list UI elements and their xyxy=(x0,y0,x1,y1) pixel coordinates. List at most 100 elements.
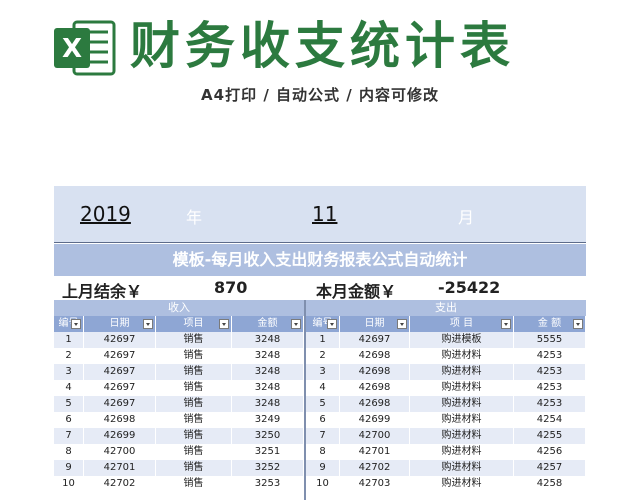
expense-cell[interactable]: 购进模板 xyxy=(410,332,514,348)
last-balance-value[interactable]: 870 xyxy=(214,278,247,297)
income-cell[interactable]: 3248 xyxy=(232,364,304,380)
income-cell[interactable]: 销售 xyxy=(156,428,232,444)
income-cell[interactable]: 3248 xyxy=(232,348,304,364)
income-cell[interactable]: 3252 xyxy=(232,460,304,476)
expense-cell[interactable]: 42699 xyxy=(340,412,410,428)
filter-dropdown-icon[interactable] xyxy=(71,319,81,329)
filter-dropdown-icon[interactable] xyxy=(219,319,229,329)
expense-cell[interactable]: 2 xyxy=(306,348,340,364)
filter-dropdown-icon[interactable] xyxy=(573,319,583,329)
expense-cell[interactable]: 4253 xyxy=(514,396,586,412)
expense-cell[interactable]: 4254 xyxy=(514,412,586,428)
income-cell[interactable]: 9 xyxy=(54,460,84,476)
expense-cell[interactable]: 1 xyxy=(306,332,340,348)
income-cell[interactable]: 3248 xyxy=(232,380,304,396)
expense-cell[interactable]: 10 xyxy=(306,476,340,492)
expense-cell[interactable]: 4256 xyxy=(514,444,586,460)
income-cell[interactable]: 3 xyxy=(54,364,84,380)
expense-cell[interactable]: 4258 xyxy=(514,476,586,492)
income-cell[interactable]: 1 xyxy=(54,332,84,348)
expense-cell[interactable]: 42698 xyxy=(340,364,410,380)
income-cell[interactable]: 42698 xyxy=(84,412,156,428)
income-cell[interactable]: 42700 xyxy=(84,444,156,460)
year-unit-label: 年 xyxy=(186,208,203,227)
income-cell[interactable]: 42697 xyxy=(84,396,156,412)
expense-cell[interactable]: 42698 xyxy=(340,380,410,396)
expense-cell[interactable]: 购进材料 xyxy=(410,412,514,428)
income-table-row: 2 42697 销售 3248 xyxy=(54,348,304,364)
expense-cell[interactable]: 7 xyxy=(306,428,340,444)
income-cell[interactable]: 42697 xyxy=(84,364,156,380)
income-cell[interactable]: 销售 xyxy=(156,444,232,460)
income-cell[interactable]: 7 xyxy=(54,428,84,444)
expense-cell[interactable]: 4253 xyxy=(514,380,586,396)
expense-cell[interactable]: 4255 xyxy=(514,428,586,444)
income-cell[interactable]: 销售 xyxy=(156,348,232,364)
current-amount-value[interactable]: -25422 xyxy=(438,278,500,297)
expense-cell[interactable]: 42698 xyxy=(340,396,410,412)
expense-cell[interactable]: 42701 xyxy=(340,444,410,460)
expense-cell[interactable]: 购进材料 xyxy=(410,476,514,492)
filter-dropdown-icon[interactable] xyxy=(327,319,337,329)
income-cell[interactable]: 2 xyxy=(54,348,84,364)
expense-cell[interactable]: 3 xyxy=(306,364,340,380)
blank-area xyxy=(54,118,586,186)
filter-dropdown-icon[interactable] xyxy=(501,319,511,329)
expense-cell[interactable]: 6 xyxy=(306,412,340,428)
income-cell[interactable]: 8 xyxy=(54,444,84,460)
expense-cell[interactable]: 购进材料 xyxy=(410,396,514,412)
income-cell[interactable]: 销售 xyxy=(156,476,232,492)
filter-dropdown-icon[interactable] xyxy=(397,319,407,329)
income-cell[interactable]: 3253 xyxy=(232,476,304,492)
expense-cell[interactable]: 42698 xyxy=(340,348,410,364)
year-cell[interactable]: 2019 xyxy=(80,202,131,226)
income-cell[interactable]: 销售 xyxy=(156,332,232,348)
expense-cell[interactable]: 4253 xyxy=(514,348,586,364)
filter-dropdown-icon[interactable] xyxy=(291,319,301,329)
expense-cell[interactable]: 购进材料 xyxy=(410,348,514,364)
income-cell[interactable]: 5 xyxy=(54,396,84,412)
month-cell[interactable]: 11 xyxy=(312,202,337,226)
current-amount-label: 本月金额￥ xyxy=(316,282,397,301)
income-cell[interactable]: 销售 xyxy=(156,380,232,396)
income-cell[interactable]: 10 xyxy=(54,476,84,492)
income-cell[interactable]: 42697 xyxy=(84,380,156,396)
expense-cell[interactable]: 购进材料 xyxy=(410,444,514,460)
expense-cell[interactable]: 4253 xyxy=(514,364,586,380)
income-cell[interactable]: 42697 xyxy=(84,348,156,364)
expense-cell[interactable]: 8 xyxy=(306,444,340,460)
expense-cell[interactable]: 5555 xyxy=(514,332,586,348)
expense-cell[interactable]: 购进材料 xyxy=(410,364,514,380)
expense-cell[interactable]: 9 xyxy=(306,460,340,476)
expense-cell[interactable]: 购进材料 xyxy=(410,428,514,444)
income-cell[interactable]: 3250 xyxy=(232,428,304,444)
income-cell[interactable]: 销售 xyxy=(156,396,232,412)
expense-cell[interactable]: 5 xyxy=(306,396,340,412)
income-cell[interactable]: 42699 xyxy=(84,428,156,444)
income-cell[interactable]: 销售 xyxy=(156,412,232,428)
income-cell[interactable]: 销售 xyxy=(156,364,232,380)
income-cell[interactable]: 42697 xyxy=(84,332,156,348)
expense-cell[interactable]: 购进材料 xyxy=(410,460,514,476)
filter-dropdown-icon[interactable] xyxy=(143,319,153,329)
income-cell[interactable]: 3248 xyxy=(232,396,304,412)
logo-letter: X xyxy=(62,34,82,64)
table-divider xyxy=(304,300,306,500)
income-cell[interactable]: 3249 xyxy=(232,412,304,428)
income-cell[interactable]: 42701 xyxy=(84,460,156,476)
income-cell[interactable]: 4 xyxy=(54,380,84,396)
income-cell[interactable]: 3251 xyxy=(232,444,304,460)
expense-cell[interactable]: 42700 xyxy=(340,428,410,444)
expense-cell[interactable]: 4257 xyxy=(514,460,586,476)
income-cell[interactable]: 6 xyxy=(54,412,84,428)
expense-cell[interactable]: 4 xyxy=(306,380,340,396)
income-cell[interactable]: 3248 xyxy=(232,332,304,348)
spreadsheet: 2019 年 11 月 模板-每月收入支出财务报表公式自动统计 上月结余￥ 87… xyxy=(54,118,586,500)
expense-cell[interactable]: 购进材料 xyxy=(410,380,514,396)
expense-col-header-1: 日期 xyxy=(340,316,410,332)
expense-cell[interactable]: 42702 xyxy=(340,460,410,476)
expense-cell[interactable]: 42697 xyxy=(340,332,410,348)
expense-cell[interactable]: 42703 xyxy=(340,476,410,492)
income-cell[interactable]: 42702 xyxy=(84,476,156,492)
income-cell[interactable]: 销售 xyxy=(156,460,232,476)
